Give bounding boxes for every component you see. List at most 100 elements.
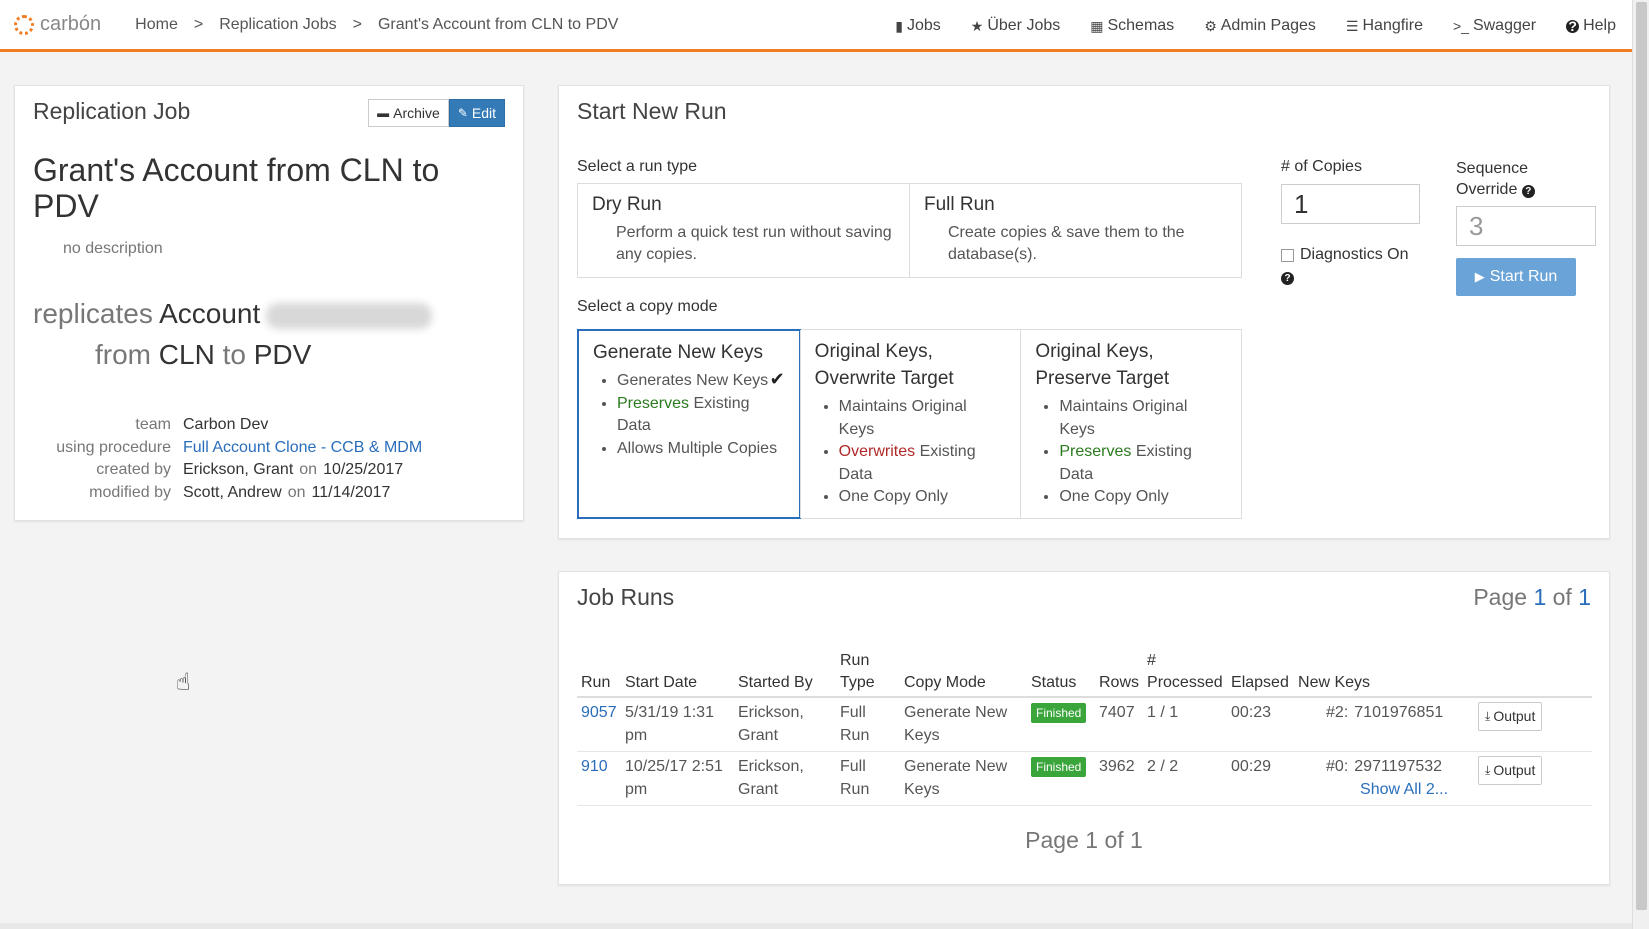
modified-on-value: 11/14/2017 bbox=[311, 483, 391, 501]
nav-admin-pages-label: Admin Pages bbox=[1220, 17, 1316, 34]
edit-button[interactable]: ✎ Edit bbox=[448, 99, 505, 127]
new-keys-cell: #0: 2971197532 Show All 2... bbox=[1294, 751, 1475, 806]
run-id-link[interactable]: 9057 bbox=[577, 697, 621, 752]
terminal-icon: >_ bbox=[1452, 18, 1469, 34]
col-processed[interactable]: # Processed bbox=[1143, 648, 1228, 698]
copy-mode-bullets: Maintains Original Keys Preserves Existi… bbox=[1059, 396, 1227, 509]
actions-cell: ⤓ Output bbox=[1474, 751, 1592, 806]
from-to-line: from CLN to PDV bbox=[95, 339, 311, 371]
nav-uber-jobs[interactable]: ★ Über Jobs bbox=[971, 17, 1060, 35]
job-runs-panel: Job Runs Page 1 of 1 Run Start Date Star… bbox=[558, 571, 1610, 885]
download-icon: ⤓ bbox=[1485, 709, 1491, 723]
copy-mode-bullets: Maintains Original Keys Overwrites Exist… bbox=[839, 396, 1007, 509]
copy-mode: Generate New Keys bbox=[900, 697, 1027, 752]
run-type-selector: Dry Run Perform a quick test run without… bbox=[577, 183, 1242, 278]
show-all-keys-link[interactable]: Show All 2... bbox=[1360, 779, 1470, 802]
copy-mode-generate-new-keys[interactable]: Generate New Keys ✔ Generates New Keys P… bbox=[577, 329, 801, 519]
bullet-emphasis: Preserves bbox=[1059, 443, 1132, 460]
diagnostics-checkbox[interactable] bbox=[1281, 248, 1294, 262]
bullet: Generates New Keys bbox=[617, 370, 785, 393]
job-meta: team Carbon Dev using procedure Full Accou… bbox=[33, 414, 422, 504]
sequence-override-input[interactable]: 3 bbox=[1456, 206, 1596, 246]
bullet: One Copy Only bbox=[839, 486, 1007, 509]
nav-schemas-label: Schemas bbox=[1107, 17, 1175, 34]
replicates-word: replicates bbox=[33, 298, 153, 329]
breadcrumb-replication-jobs[interactable]: Replication Jobs bbox=[219, 16, 336, 34]
col-run[interactable]: Run bbox=[577, 648, 621, 698]
run-type-label: Select a run type bbox=[577, 158, 698, 175]
col-copy-mode[interactable]: Copy Mode bbox=[900, 648, 1027, 698]
processed-count: 2 / 2 bbox=[1143, 751, 1228, 806]
col-new-keys[interactable]: New Keys bbox=[1294, 648, 1475, 698]
breadcrumb-separator: > bbox=[193, 15, 204, 33]
col-started-by[interactable]: Started By bbox=[734, 648, 836, 698]
page-total[interactable]: 1 bbox=[1578, 584, 1591, 610]
archive-button[interactable]: ▬ Archive bbox=[368, 99, 449, 127]
col-rows[interactable]: Rows bbox=[1095, 648, 1144, 698]
scrollbar-thumb[interactable] bbox=[1636, 2, 1647, 910]
created-on-value: 10/25/2017 bbox=[323, 461, 404, 478]
tasks-icon: ☰ bbox=[1345, 17, 1359, 34]
nav-schemas[interactable]: ▦ Schemas bbox=[1090, 17, 1174, 35]
output-button[interactable]: ⤓ Output bbox=[1478, 756, 1543, 785]
entity-name: Account bbox=[159, 298, 261, 329]
procedure-link[interactable]: Full Account Clone - CCB & MDM bbox=[183, 437, 422, 460]
col-start-date[interactable]: Start Date bbox=[621, 648, 734, 698]
col-actions bbox=[1474, 648, 1592, 698]
page-current[interactable]: 1 bbox=[1533, 584, 1546, 610]
nav-admin-pages[interactable]: ⚙ Admin Pages bbox=[1204, 17, 1316, 35]
meta-procedure-label: using procedure bbox=[56, 438, 171, 456]
elapsed-time: 00:23 bbox=[1227, 697, 1295, 752]
breadcrumb-current-job[interactable]: Grant's Account from CLN to PDV bbox=[378, 16, 618, 34]
status-badge: Finished bbox=[1031, 757, 1087, 777]
col-run-type[interactable]: Run Type bbox=[836, 648, 900, 698]
nav-help[interactable]: ? Help bbox=[1566, 17, 1616, 35]
nav-swagger[interactable]: >_ Swagger bbox=[1453, 17, 1536, 35]
run-id-link[interactable]: 910 bbox=[577, 751, 621, 806]
page-indicator-bottom: Page 1 of 1 bbox=[1025, 827, 1143, 853]
download-icon: ⤓ bbox=[1485, 763, 1491, 777]
run-type-dry[interactable]: Dry Run Perform a quick test run without… bbox=[578, 184, 909, 277]
status-badge: Finished bbox=[1031, 703, 1087, 723]
started-by: Erickson, Grant bbox=[734, 751, 836, 806]
sequence-override-text: Sequence Override bbox=[1456, 160, 1529, 198]
col-elapsed[interactable]: Elapsed bbox=[1227, 648, 1295, 698]
col-status[interactable]: Status bbox=[1027, 648, 1095, 698]
nav-jobs[interactable]: ▮ Jobs bbox=[895, 17, 941, 35]
copy-mode-title: Original Keys, Preserve Target bbox=[1035, 341, 1170, 389]
nav-hangfire[interactable]: ☰ Hangfire bbox=[1346, 17, 1423, 35]
panel-title: Start New Run bbox=[577, 98, 727, 124]
diagnostics-toggle[interactable]: Diagnostics On bbox=[1281, 246, 1409, 264]
copy-mode-preserve-target[interactable]: Original Keys, Preserve Target Maintains… bbox=[1020, 330, 1241, 518]
start-date: 5/31/19 1:31 pm bbox=[621, 697, 734, 752]
bullet: Allows Multiple Copies bbox=[617, 438, 785, 461]
bullet: Overwrites Existing Data bbox=[839, 441, 1007, 486]
key-value: 7101976851 bbox=[1354, 704, 1444, 721]
modified-by-value: Scott, Andrew bbox=[183, 483, 282, 501]
start-run-button[interactable]: ▶ Start Run bbox=[1456, 258, 1576, 296]
table-row: 910 10/25/17 2:51 pm Erickson, Grant Ful… bbox=[577, 751, 1592, 806]
nav-swagger-label: Swagger bbox=[1472, 17, 1537, 34]
bullet: Preserves Existing Data bbox=[617, 393, 785, 438]
copy-mode-overwrite-target[interactable]: Original Keys, Overwrite Target Maintain… bbox=[799, 330, 1021, 518]
question-circle-icon[interactable]: ? bbox=[1521, 185, 1535, 198]
copies-input[interactable]: 1 bbox=[1281, 184, 1420, 224]
archive-label: Archive bbox=[393, 105, 440, 121]
page-indicator: Page 1 of 1 bbox=[1473, 584, 1591, 611]
nav-uber-jobs-label: Über Jobs bbox=[987, 17, 1061, 34]
copies-label: # of Copies bbox=[1281, 158, 1362, 175]
output-button[interactable]: ⤓ Output bbox=[1478, 702, 1543, 731]
new-keys-cell: #2: 7101976851 bbox=[1294, 697, 1475, 752]
run-type: Full Run bbox=[836, 697, 900, 752]
breadcrumb-home[interactable]: Home bbox=[135, 16, 178, 34]
vertical-scrollbar[interactable] bbox=[1632, 0, 1649, 929]
key-value: 2971197532 bbox=[1354, 758, 1443, 775]
question-circle-icon[interactable]: ? bbox=[1281, 272, 1294, 285]
checkmark-icon: ✔ bbox=[769, 369, 785, 389]
job-description: no description bbox=[63, 240, 163, 257]
run-type-title: Dry Run bbox=[592, 194, 662, 215]
target-db: PDV bbox=[253, 339, 312, 370]
run-type-full[interactable]: Full Run Create copies & save them to th… bbox=[909, 184, 1241, 277]
brand-logo[interactable]: carbón bbox=[14, 13, 101, 36]
key-index: #0: bbox=[1326, 758, 1349, 775]
